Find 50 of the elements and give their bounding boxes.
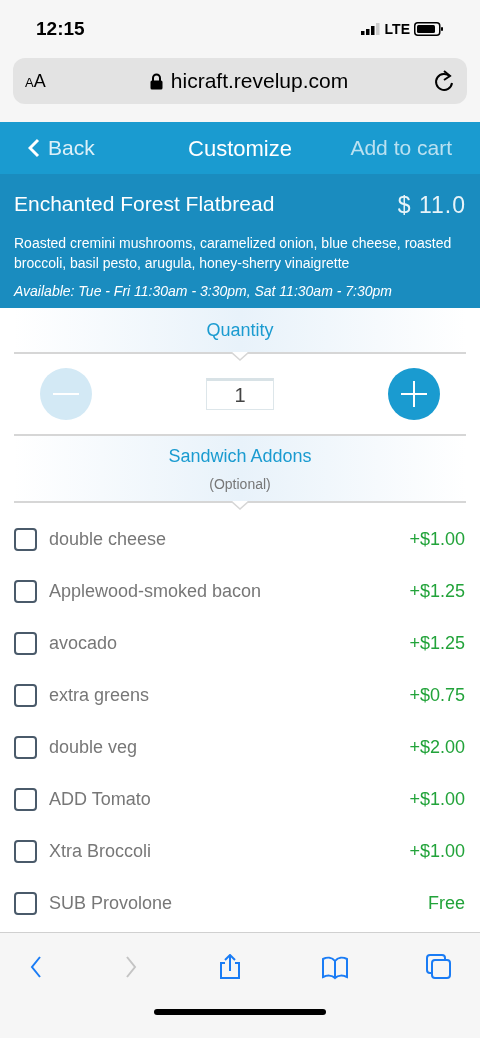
checkbox[interactable] <box>14 839 37 863</box>
addon-price: +$1.25 <box>409 631 466 655</box>
checkbox[interactable] <box>14 631 37 655</box>
item-description: Roasted cremini mushrooms, caramelized onion, blue cheese, roasted broccoli, basil pesto, arugula, honey-sherry vinaigrette <box>14 233 453 273</box>
quantity-field[interactable]: 1 <box>206 378 274 410</box>
increase-button[interactable] <box>388 368 440 420</box>
checkbox[interactable] <box>14 735 37 759</box>
reload-icon[interactable] <box>433 70 455 92</box>
battery-icon <box>414 22 444 36</box>
addon-price: +$2.00 <box>409 735 466 759</box>
item-name: Enchanted Forest Flatbread <box>14 191 275 217</box>
addon-label: extra greens <box>49 683 150 707</box>
back-icon[interactable] <box>28 954 44 980</box>
addon-label: SUB Provolone <box>49 891 173 915</box>
addon-price: Free <box>428 891 466 915</box>
network-label: LTE <box>384 19 410 39</box>
addon-price: +$0.75 <box>409 683 466 707</box>
clock-time: 12:15 <box>36 16 85 41</box>
addon-label: ADD Tomato <box>49 787 151 811</box>
section-title: Quantity <box>206 318 274 342</box>
plus-icon <box>401 381 427 407</box>
minus-icon <box>53 393 79 395</box>
text-size-button[interactable]: AA <box>25 67 65 95</box>
url-text: hicraft.revelup.com <box>170 68 349 95</box>
chevron-left-icon <box>28 138 40 158</box>
addon-price: +$1.25 <box>409 579 466 603</box>
tabs-icon[interactable] <box>426 954 452 980</box>
signal-icon <box>360 23 381 35</box>
section-subtitle: (Optional) <box>209 474 271 494</box>
checkbox[interactable] <box>14 579 37 603</box>
checkbox[interactable] <box>14 891 37 915</box>
addon-price: +$1.00 <box>409 787 466 811</box>
lock-icon <box>149 72 163 90</box>
addon-label: double veg <box>49 735 138 759</box>
addon-price: +$1.00 <box>409 527 466 551</box>
checkbox[interactable] <box>14 683 37 707</box>
checkbox[interactable] <box>14 787 37 811</box>
availability-text: Available: Tue - Fri 11:30am - 3:30pm, Sat 11:30am - 7:30pm <box>14 281 393 301</box>
addon-label: avocado <box>49 631 118 655</box>
addon-price: +$1.00 <box>409 839 466 863</box>
address-bar[interactable]: AA hicraft.revelup.com <box>13 58 467 104</box>
section-title: Sandwich Addons <box>168 444 312 468</box>
page-title: Customize <box>188 134 292 163</box>
share-icon[interactable] <box>217 954 243 980</box>
addon-label: Xtra Broccoli <box>49 839 152 863</box>
item-price: $ 11.0 <box>397 191 467 220</box>
addon-label: Applewood-smoked bacon <box>49 579 262 603</box>
checkbox[interactable] <box>14 527 37 551</box>
addon-label: double cheese <box>49 527 167 551</box>
book-icon[interactable] <box>321 954 348 980</box>
